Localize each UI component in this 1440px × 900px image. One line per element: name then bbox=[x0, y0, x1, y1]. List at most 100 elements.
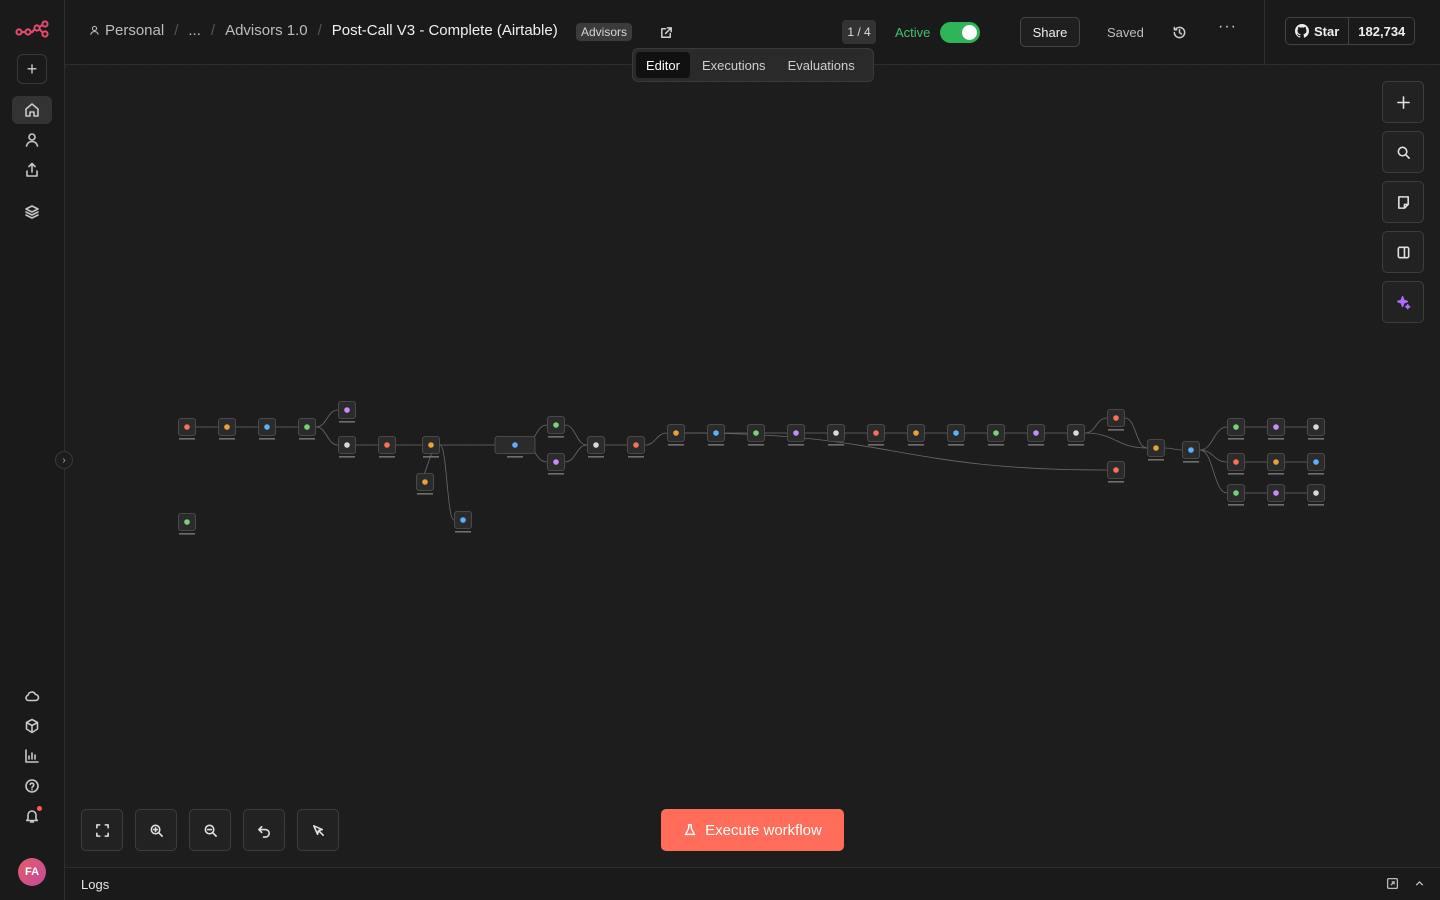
node-label-placeholder bbox=[1183, 461, 1199, 463]
toggle-panel-button[interactable] bbox=[1382, 231, 1424, 273]
node-label-placeholder bbox=[339, 456, 355, 458]
node-glyph-icon bbox=[512, 442, 518, 448]
breadcrumb-personal[interactable]: Personal bbox=[89, 22, 164, 39]
node-glyph-icon bbox=[384, 442, 390, 448]
node-glyph-icon bbox=[428, 442, 434, 448]
node-label-placeholder bbox=[1268, 438, 1284, 440]
search-nodes-button[interactable] bbox=[1382, 131, 1424, 173]
breadcrumb-folder[interactable]: Advisors 1.0 bbox=[225, 22, 308, 39]
n8n-logo[interactable] bbox=[15, 19, 49, 41]
history-button[interactable] bbox=[1168, 21, 1190, 43]
zoom-in-button[interactable] bbox=[135, 809, 177, 851]
node-label-placeholder bbox=[708, 444, 724, 446]
node-glyph-icon bbox=[673, 430, 679, 436]
insights-icon bbox=[25, 749, 39, 763]
flask-icon bbox=[684, 824, 696, 836]
node-label-placeholder bbox=[379, 456, 395, 458]
workflow-graph[interactable] bbox=[65, 65, 1440, 867]
add-node-button[interactable] bbox=[1382, 81, 1424, 123]
node-label-placeholder bbox=[1268, 473, 1284, 475]
zoom-out-icon bbox=[204, 824, 217, 837]
node-label-placeholder bbox=[339, 421, 355, 423]
zoom-out-button[interactable] bbox=[189, 809, 231, 851]
execute-workflow-button[interactable]: Execute workflow bbox=[661, 809, 844, 851]
popout-icon[interactable] bbox=[1386, 877, 1399, 890]
notifications-button[interactable] bbox=[12, 802, 52, 830]
cloud-icon bbox=[25, 691, 40, 702]
node-glyph-icon bbox=[1273, 490, 1279, 496]
node-glyph-icon bbox=[793, 430, 799, 436]
node-glyph-icon bbox=[953, 430, 959, 436]
fit-view-button[interactable] bbox=[81, 809, 123, 851]
github-icon bbox=[1295, 24, 1309, 38]
active-toggle[interactable] bbox=[940, 22, 980, 43]
node-glyph-icon bbox=[344, 407, 350, 413]
view-tabs: Editor Executions Evaluations bbox=[632, 48, 874, 82]
tab-evaluations[interactable]: Evaluations bbox=[778, 52, 865, 78]
node-label-placeholder bbox=[179, 438, 195, 440]
workflow-canvas[interactable]: Execute workflow bbox=[65, 65, 1440, 867]
node-glyph-icon bbox=[1113, 467, 1119, 473]
home-button[interactable] bbox=[12, 96, 52, 124]
notification-dot bbox=[37, 806, 42, 811]
breadcrumb-ellipsis[interactable]: ... bbox=[188, 22, 201, 39]
share-button[interactable]: Share bbox=[1020, 17, 1080, 47]
node-label-placeholder bbox=[1228, 473, 1244, 475]
logs-panel[interactable]: Logs bbox=[65, 867, 1440, 900]
node-label-placeholder bbox=[828, 444, 844, 446]
node-glyph-icon bbox=[1313, 424, 1319, 430]
github-star-button[interactable]: Star 182,734 bbox=[1285, 17, 1416, 45]
node-label-placeholder bbox=[423, 456, 439, 458]
version-pager[interactable]: 1 / 4 bbox=[842, 20, 876, 44]
undo-button[interactable] bbox=[243, 809, 285, 851]
tidy-up-button[interactable] bbox=[297, 809, 339, 851]
tab-executions[interactable]: Executions bbox=[692, 52, 776, 78]
templates-button[interactable] bbox=[12, 712, 52, 740]
add-sticky-button[interactable] bbox=[1382, 181, 1424, 223]
node-glyph-icon bbox=[1153, 445, 1159, 451]
node-glyph-icon bbox=[633, 442, 639, 448]
tab-editor[interactable]: Editor bbox=[636, 52, 690, 78]
create-button[interactable]: + bbox=[17, 54, 47, 84]
node-label-placeholder bbox=[179, 533, 195, 535]
node-glyph-icon bbox=[264, 424, 270, 430]
node-label-placeholder bbox=[1108, 429, 1124, 431]
node-label-placeholder bbox=[748, 444, 764, 446]
insights-button[interactable] bbox=[12, 742, 52, 770]
projects-button[interactable] bbox=[12, 198, 52, 226]
chevron-up-icon[interactable] bbox=[1413, 877, 1426, 890]
node-label-placeholder bbox=[1148, 459, 1164, 461]
node-glyph-icon bbox=[913, 430, 919, 436]
node-glyph-icon bbox=[993, 430, 999, 436]
node-glyph-icon bbox=[593, 442, 599, 448]
user-icon bbox=[25, 133, 39, 147]
help-icon bbox=[25, 779, 39, 793]
more-options-icon[interactable]: ··· bbox=[1218, 18, 1237, 36]
node-label-placeholder bbox=[1308, 438, 1324, 440]
node-glyph-icon bbox=[1273, 459, 1279, 465]
breadcrumb-personal-label: Personal bbox=[105, 22, 165, 39]
help-button[interactable] bbox=[12, 772, 52, 800]
shared-button[interactable] bbox=[12, 156, 52, 184]
node-label-placeholder bbox=[1268, 504, 1284, 506]
cloud-button[interactable] bbox=[12, 682, 52, 710]
templates-icon bbox=[25, 718, 39, 734]
open-external-button[interactable] bbox=[654, 21, 678, 43]
ai-assistant-button[interactable] bbox=[1382, 281, 1424, 323]
node-label-placeholder bbox=[1228, 438, 1244, 440]
expand-sidebar-button[interactable]: › bbox=[55, 451, 73, 469]
header-divider bbox=[1264, 0, 1265, 65]
avatar[interactable]: FA bbox=[18, 858, 46, 886]
node-glyph-icon bbox=[1188, 447, 1194, 453]
node-label-placeholder bbox=[788, 444, 804, 446]
node-label-placeholder bbox=[988, 444, 1004, 446]
workflow-title[interactable]: Post-Call V3 - Complete (Airtable) bbox=[332, 22, 558, 39]
node-label-placeholder bbox=[1308, 504, 1324, 506]
node-glyph-icon bbox=[713, 430, 719, 436]
workflow-tag[interactable]: Advisors bbox=[576, 23, 633, 41]
personal-button[interactable] bbox=[12, 126, 52, 154]
node-glyph-icon bbox=[1073, 430, 1079, 436]
node-label-placeholder bbox=[548, 436, 564, 438]
node-glyph-icon bbox=[304, 424, 310, 430]
node-label-placeholder bbox=[1028, 444, 1044, 446]
